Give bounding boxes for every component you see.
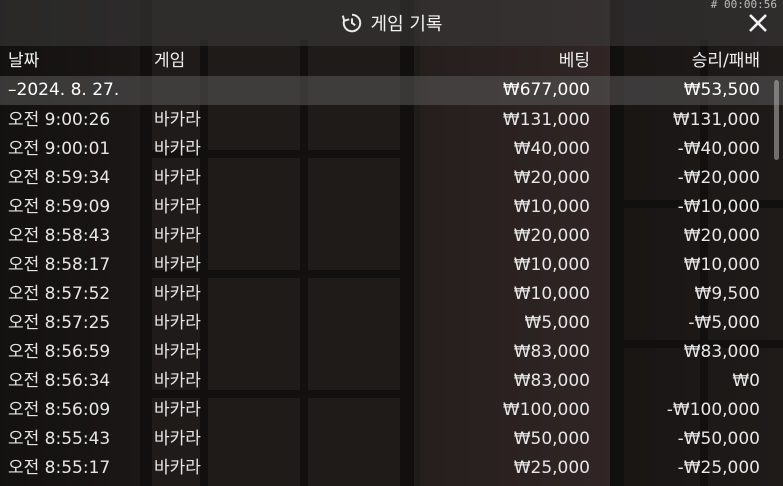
history-header: 게임 기록 # 00:00:56 xyxy=(0,0,783,46)
row-time: 오전 9:00:26 xyxy=(8,110,111,130)
table-row[interactable]: 오전 9:00:26 바카라 ₩131,000 ₩131,000 xyxy=(0,105,783,134)
row-result: ₩9,500 xyxy=(694,284,760,304)
column-header-result: 승리/패배 xyxy=(691,51,760,71)
row-result: -₩10,000 xyxy=(677,197,760,217)
scrollbar[interactable] xyxy=(774,80,779,160)
row-time: 오전 8:58:17 xyxy=(8,255,111,275)
row-bet: ₩131,000 xyxy=(502,110,590,130)
row-game: 바카라 xyxy=(154,110,201,130)
close-button[interactable] xyxy=(745,10,771,36)
table-row[interactable]: 오전 8:58:17 바카라 ₩10,000 ₩10,000 xyxy=(0,250,783,279)
row-time: 오전 8:56:34 xyxy=(8,371,111,391)
summary-result-total: ₩53,500 xyxy=(683,80,760,100)
row-time: 오전 8:56:59 xyxy=(8,342,111,362)
table-row[interactable]: 오전 8:57:25 바카라 ₩5,000 -₩5,000 xyxy=(0,308,783,337)
row-time: 오전 8:57:25 xyxy=(8,313,111,333)
table-row[interactable]: 오전 8:56:34 바카라 ₩83,000 ₩0 xyxy=(0,366,783,395)
row-game: 바카라 xyxy=(154,284,201,304)
row-game: 바카라 xyxy=(154,429,201,449)
row-game: 바카라 xyxy=(154,313,201,333)
row-game: 바카라 xyxy=(154,342,201,362)
table-row[interactable]: 오전 8:59:34 바카라 ₩20,000 -₩20,000 xyxy=(0,163,783,192)
table-row[interactable]: 오전 8:56:59 바카라 ₩83,000 ₩83,000 xyxy=(0,337,783,366)
row-result: -₩100,000 xyxy=(666,400,760,420)
column-header-bet: 베팅 xyxy=(558,51,590,71)
row-game: 바카라 xyxy=(154,226,201,246)
row-bet: ₩50,000 xyxy=(513,429,590,449)
row-time: 오전 8:59:34 xyxy=(8,168,111,188)
row-game: 바카라 xyxy=(154,458,201,478)
row-game: 바카라 xyxy=(154,371,201,391)
row-bet: ₩25,000 xyxy=(513,458,590,478)
table-row[interactable]: 오전 9:00:01 바카라 ₩40,000 -₩40,000 xyxy=(0,134,783,163)
row-result: ₩20,000 xyxy=(683,226,760,246)
row-result: ₩83,000 xyxy=(683,342,760,362)
row-bet: ₩20,000 xyxy=(513,168,590,188)
table-row[interactable]: 오전 8:57:52 바카라 ₩10,000 ₩9,500 xyxy=(0,279,783,308)
page-title: 게임 기록 xyxy=(370,14,443,35)
table-row[interactable]: 오전 8:55:43 바카라 ₩50,000 -₩50,000 xyxy=(0,424,783,453)
row-bet: ₩20,000 xyxy=(513,226,590,246)
row-result: -₩25,000 xyxy=(677,458,760,478)
row-game: 바카라 xyxy=(154,255,201,275)
row-time: 오전 8:55:43 xyxy=(8,429,111,449)
table-row[interactable]: 오전 8:58:43 바카라 ₩20,000 ₩20,000 xyxy=(0,221,783,250)
column-header-date: 날짜 xyxy=(8,51,40,71)
column-header-game: 게임 xyxy=(154,51,186,71)
row-time: 오전 8:59:09 xyxy=(8,197,111,217)
history-icon xyxy=(341,12,363,34)
row-time: 오전 8:57:52 xyxy=(8,284,111,304)
row-bet: ₩10,000 xyxy=(513,284,590,304)
row-bet: ₩10,000 xyxy=(513,255,590,275)
history-list: 오전 9:00:26 바카라 ₩131,000 ₩131,000 오전 9:00:01… xyxy=(0,105,783,482)
close-icon xyxy=(749,14,767,32)
row-time: 오전 8:58:43 xyxy=(8,226,111,246)
date-summary-row[interactable]: –2024. 8. 27. ₩677,000 ₩53,500 xyxy=(0,76,783,105)
row-time: 오전 8:56:09 xyxy=(8,400,111,420)
table-row[interactable]: 오전 8:55:17 바카라 ₩25,000 -₩25,000 xyxy=(0,453,783,482)
row-game: 바카라 xyxy=(154,400,201,420)
row-bet: ₩5,000 xyxy=(524,313,590,333)
summary-bet-total: ₩677,000 xyxy=(502,80,590,100)
row-result: -₩20,000 xyxy=(677,168,760,188)
row-result: ₩131,000 xyxy=(672,110,760,130)
row-time: 오전 8:55:17 xyxy=(8,458,111,478)
row-result: ₩0 xyxy=(732,371,760,391)
table-row[interactable]: 오전 8:59:09 바카라 ₩10,000 -₩10,000 xyxy=(0,192,783,221)
row-bet: ₩40,000 xyxy=(513,139,590,159)
table-header: 날짜 게임 베팅 승리/패배 xyxy=(0,46,783,76)
row-result: ₩10,000 xyxy=(683,255,760,275)
row-bet: ₩83,000 xyxy=(513,371,590,391)
row-time: 오전 9:00:01 xyxy=(8,139,111,159)
row-game: 바카라 xyxy=(154,197,201,217)
summary-date: –2024. 8. 27. xyxy=(8,80,120,100)
row-result: -₩40,000 xyxy=(677,139,760,159)
row-bet: ₩100,000 xyxy=(502,400,590,420)
row-result: -₩5,000 xyxy=(688,313,760,333)
row-bet: ₩10,000 xyxy=(513,197,590,217)
table-row[interactable]: 오전 8:56:09 바카라 ₩100,000 -₩100,000 xyxy=(0,395,783,424)
row-bet: ₩83,000 xyxy=(513,342,590,362)
row-game: 바카라 xyxy=(154,168,201,188)
row-game: 바카라 xyxy=(154,139,201,159)
row-result: -₩50,000 xyxy=(677,429,760,449)
